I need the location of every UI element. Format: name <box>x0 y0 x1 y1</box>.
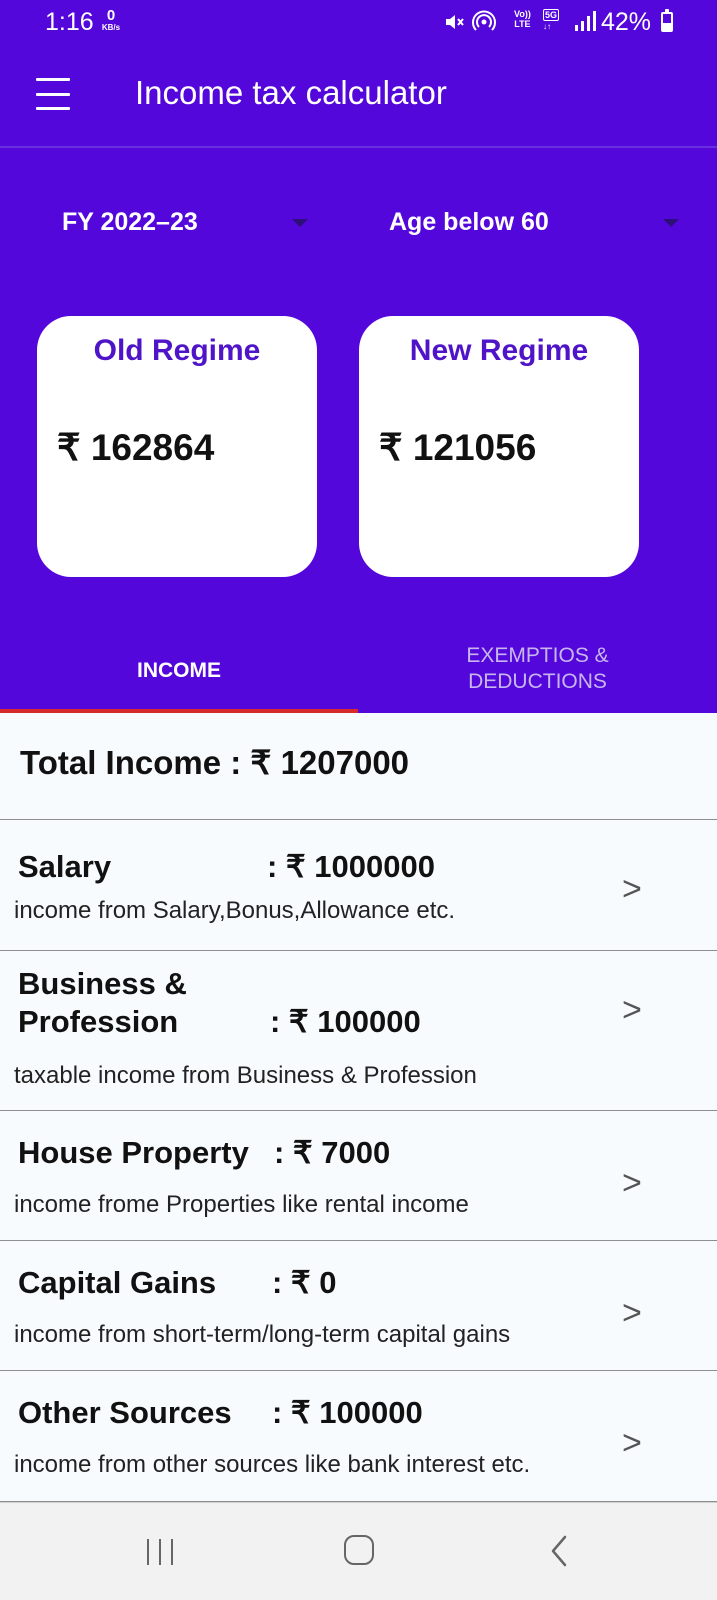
network-type-label: 5G <box>543 9 560 21</box>
home-icon[interactable] <box>344 1535 374 1565</box>
volte-label-bottom: LTE <box>514 19 531 29</box>
tab-exemptions-line1: EXEMPTIOS & <box>466 644 609 667</box>
total-income-label: Total Income : ₹ 1207000 <box>20 744 410 781</box>
app-bar: Income tax calculator <box>0 44 717 148</box>
chevron-right-icon: > <box>622 1294 642 1332</box>
battery-icon <box>661 9 673 32</box>
tab-exemptions-deductions[interactable]: EXEMPTIOS & DEDUCTIONS <box>358 643 717 695</box>
battery-percent: 42% <box>601 8 652 36</box>
row-name-line2: Profession <box>18 1004 179 1039</box>
old-regime-card: Old Regime ₹ 162864 <box>37 316 317 577</box>
status-bar: 1:16 0 KB/s Vo)) LTE 5G ↓↑ 42% <box>0 0 717 44</box>
row-description: income frome Properties like rental inco… <box>14 1191 469 1218</box>
row-amount: : ₹ 100000 <box>270 1004 421 1039</box>
income-row-house-property[interactable]: House Property : ₹ 7000 income frome Pro… <box>0 1111 717 1241</box>
row-name: Salary <box>18 849 112 884</box>
signal-icon <box>575 11 596 31</box>
chevron-right-icon: > <box>622 1164 642 1202</box>
row-name: Business & Profession <box>18 965 187 1041</box>
old-regime-title: Old Regime <box>93 334 261 367</box>
row-description: income from short-term/long-term capital… <box>14 1321 511 1348</box>
income-row-capital-gains[interactable]: Capital Gains : ₹ 0 income from short-te… <box>0 1241 717 1371</box>
chevron-right-icon: > <box>622 1424 642 1462</box>
row-amount: : ₹ 7000 <box>274 1135 391 1170</box>
income-row-other-sources[interactable]: Other Sources : ₹ 100000 income from oth… <box>0 1371 717 1502</box>
row-name: Other Sources <box>18 1395 232 1430</box>
system-nav-bar <box>0 1502 717 1600</box>
volte-label-top: Vo)) <box>514 9 531 19</box>
volte-indicator: Vo)) LTE <box>514 9 531 29</box>
new-regime-card: New Regime ₹ 121056 <box>359 316 639 577</box>
app-title: Income tax calculator <box>135 74 447 111</box>
row-description: income from other sources like bank inte… <box>14 1451 531 1478</box>
tab-exemptions-line2: DEDUCTIONS <box>468 670 607 693</box>
back-icon[interactable] <box>548 1533 570 1569</box>
status-time: 1:16 <box>45 8 94 36</box>
dropdown-arrow-icon <box>292 219 308 227</box>
row-amount: : ₹ 0 <box>272 1265 337 1300</box>
header-area: 1:16 0 KB/s Vo)) LTE 5G ↓↑ 42% Income ta… <box>0 0 717 713</box>
chevron-right-icon: > <box>622 870 642 908</box>
total-income: Total Income : ₹ 1207000 <box>0 713 717 820</box>
row-name: House Property <box>18 1135 249 1170</box>
row-name-line1: Business & <box>18 966 187 1001</box>
financial-year-value: FY 2022–23 <box>62 208 198 236</box>
divider <box>0 146 717 148</box>
row-description: taxable income from Business & Professio… <box>14 1062 477 1089</box>
row-description: income from Salary,Bonus,Allowance etc. <box>14 897 456 924</box>
financial-year-dropdown[interactable]: FY 2022–23 <box>62 200 312 250</box>
dropdown-arrow-icon <box>663 219 679 227</box>
new-regime-title: New Regime <box>409 334 589 367</box>
recents-icon[interactable] <box>147 1539 173 1565</box>
row-amount: : ₹ 1000000 <box>267 849 435 884</box>
network-type: 5G ↓↑ <box>543 9 560 31</box>
income-row-business[interactable]: Business & Profession : ₹ 100000 taxable… <box>0 951 717 1111</box>
network-speed: 0 KB/s <box>98 8 124 32</box>
age-group-value: Age below 60 <box>389 208 549 236</box>
tab-income[interactable]: INCOME <box>0 658 358 684</box>
row-name: Capital Gains <box>18 1265 217 1300</box>
income-row-salary[interactable]: Salary : ₹ 1000000 income from Salary,Bo… <box>0 820 717 951</box>
network-speed-value: 0 <box>106 7 116 24</box>
mute-icon <box>446 15 464 29</box>
network-speed-unit: KB/s <box>101 23 121 32</box>
old-regime-tax: ₹ 162864 <box>57 427 215 468</box>
menu-icon[interactable] <box>28 74 78 114</box>
new-regime-tax: ₹ 121056 <box>379 427 537 468</box>
age-group-dropdown[interactable]: Age below 60 <box>389 200 689 250</box>
hotspot-icon <box>472 10 496 31</box>
row-amount: : ₹ 100000 <box>272 1395 423 1430</box>
chevron-right-icon: > <box>622 991 642 1029</box>
